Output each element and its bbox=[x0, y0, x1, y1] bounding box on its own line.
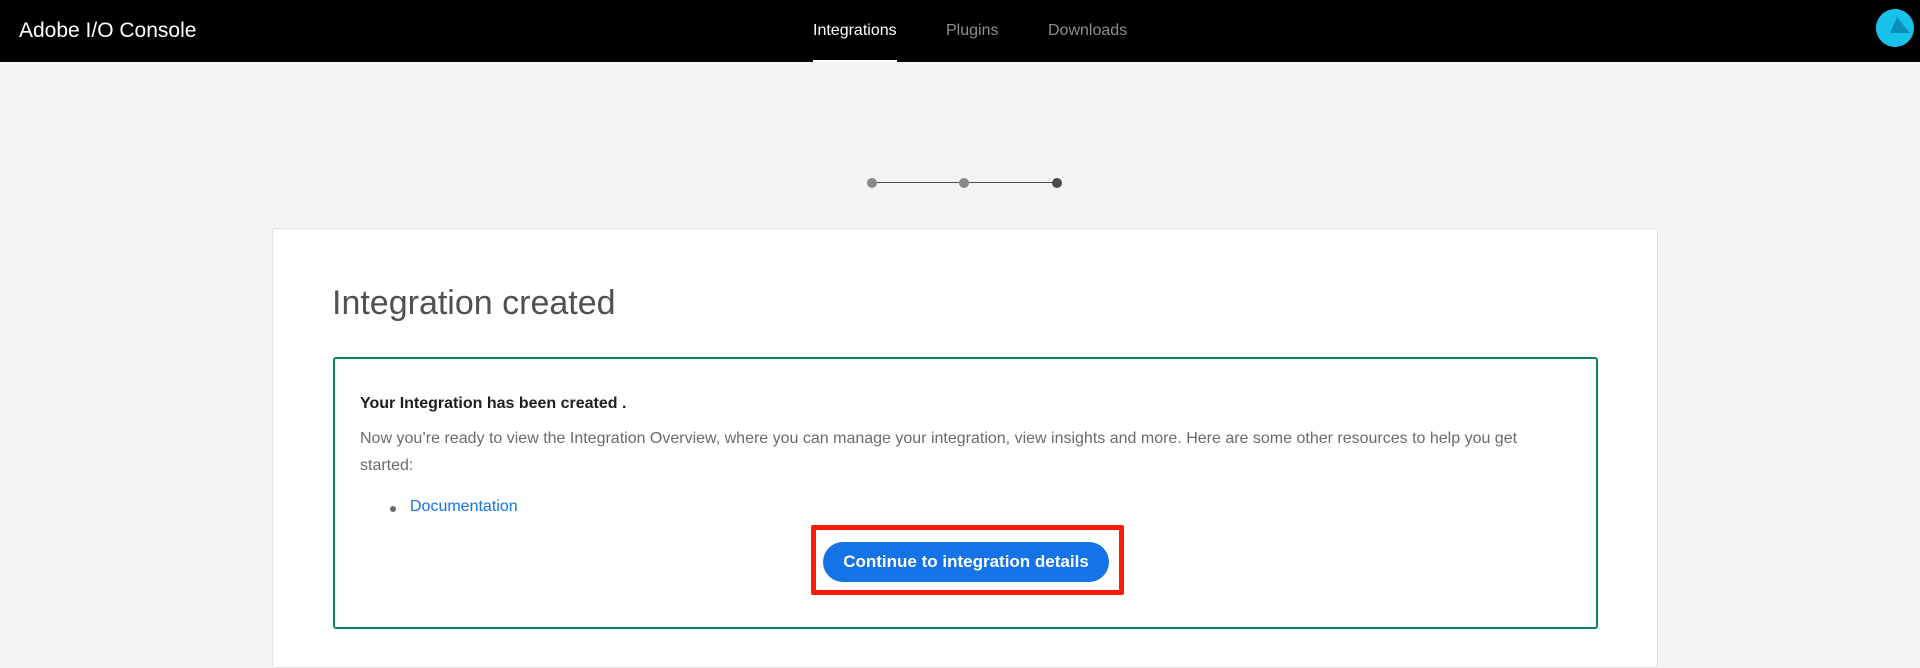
step-1-dot bbox=[867, 178, 877, 188]
progress-stepper bbox=[866, 176, 1062, 190]
page-title: Integration created bbox=[332, 284, 616, 322]
main-nav: Integrations Plugins Downloads bbox=[0, 0, 1920, 62]
success-heading: Your Integration has been created . bbox=[360, 395, 627, 412]
tab-plugins[interactable]: Plugins bbox=[946, 0, 998, 62]
stepper-connector bbox=[964, 182, 1054, 183]
avatar-icon bbox=[1876, 9, 1914, 47]
list-bullet bbox=[390, 506, 396, 512]
success-description: Now you’re ready to view the Integration… bbox=[360, 430, 1518, 474]
user-avatar[interactable] bbox=[1876, 9, 1914, 47]
top-navigation-bar: Adobe I/O Console Integrations Plugins D… bbox=[0, 0, 1920, 62]
step-2-dot bbox=[959, 178, 969, 188]
continue-to-integration-details-button[interactable]: Continue to integration details bbox=[823, 542, 1109, 582]
documentation-link[interactable]: Documentation bbox=[410, 498, 518, 516]
tab-integrations[interactable]: Integrations bbox=[813, 0, 897, 62]
step-3-dot bbox=[1052, 178, 1062, 188]
stepper-connector bbox=[872, 182, 962, 183]
tab-downloads[interactable]: Downloads bbox=[1048, 0, 1127, 62]
